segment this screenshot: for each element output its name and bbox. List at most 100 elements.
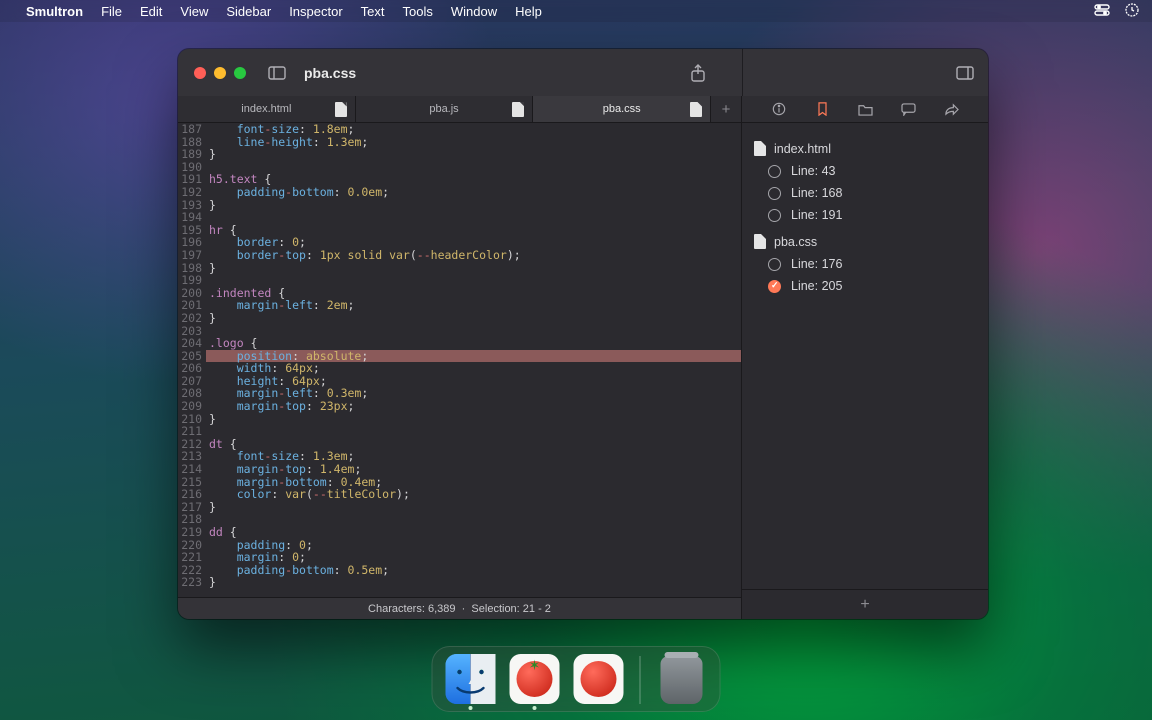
titlebar-divider (742, 49, 743, 96)
menubar: Smultron File Edit View Sidebar Inspecto… (0, 0, 1152, 22)
code-line[interactable]: } (206, 148, 741, 161)
menu-window[interactable]: Window (451, 4, 497, 19)
status-sel: 21 - 2 (523, 603, 551, 615)
code-line[interactable]: margin-left: 2em; (206, 299, 741, 312)
tab-label: index.html (241, 103, 291, 115)
code-line[interactable]: } (206, 501, 741, 514)
code-line[interactable]: } (206, 262, 741, 275)
line-number: 189 (178, 148, 202, 161)
code-line[interactable]: padding-bottom: 0.0em; (206, 186, 741, 199)
circle-icon[interactable] (768, 187, 781, 200)
line-number: 223 (178, 576, 202, 589)
inspector-pane: index.html Line: 43 Line: 168 Line: 191 pba.… (742, 96, 988, 619)
code-line[interactable]: color: var(--titleColor); (206, 488, 741, 501)
dock-trash[interactable] (661, 656, 703, 704)
code-line[interactable] (206, 325, 741, 338)
info-icon[interactable] (772, 102, 787, 117)
menu-tools[interactable]: Tools (403, 4, 433, 19)
menu-help[interactable]: Help (515, 4, 542, 19)
share-button[interactable] (690, 64, 706, 82)
code-line[interactable] (206, 161, 741, 174)
document-icon (754, 234, 766, 249)
line-number: 216 (178, 488, 202, 501)
app-menu[interactable]: Smultron (26, 4, 83, 19)
sidebar-file-name: pba.css (774, 235, 817, 249)
app-window: pba.css index.html pba.js pba.css (178, 49, 988, 619)
code-line[interactable]: margin-top: 23px; (206, 400, 741, 413)
dock-smultron-alt[interactable] (574, 654, 624, 704)
code-line[interactable] (206, 513, 741, 526)
toggle-sidebar-button[interactable] (268, 66, 286, 80)
tab-label: pba.js (429, 103, 458, 115)
line-number: 187 (178, 123, 202, 136)
add-bookmark-button[interactable]: + (742, 589, 988, 619)
bookmark-list: index.html Line: 43 Line: 168 Line: 191 pba.… (742, 123, 988, 589)
tab-index-html[interactable]: index.html (178, 96, 356, 122)
comment-icon[interactable] (901, 102, 916, 117)
sidebar-bookmark-label: Line: 191 (791, 208, 842, 222)
code-line[interactable]: border-top: 1px solid var(--headerColor)… (206, 249, 741, 262)
line-number-gutter: 1871881891901911921931941951961971981992… (178, 123, 206, 597)
line-number: 194 (178, 211, 202, 224)
code-line[interactable]: } (206, 199, 741, 212)
sidebar-bookmark-label: Line: 168 (791, 186, 842, 200)
menu-edit[interactable]: Edit (140, 4, 162, 19)
menu-text[interactable]: Text (361, 4, 385, 19)
clock-icon[interactable] (1124, 2, 1140, 21)
code-line[interactable] (206, 211, 741, 224)
status-bar: Characters: 6,389 · Selection: 21 - 2 (178, 597, 741, 619)
code-area[interactable]: font-size: 1.8em; line-height: 1.3em;}h5… (206, 123, 741, 597)
code-line[interactable] (206, 425, 741, 438)
menu-view[interactable]: View (180, 4, 208, 19)
code-line[interactable]: } (206, 576, 741, 589)
document-icon (754, 141, 766, 156)
circle-icon[interactable] (768, 165, 781, 178)
minimize-button[interactable] (214, 67, 226, 79)
status-chars-label: Characters: (368, 603, 425, 615)
toggle-right-panel-button[interactable] (956, 66, 974, 80)
line-number: 214 (178, 463, 202, 476)
line-number: 204 (178, 337, 202, 350)
bookmark-icon[interactable] (815, 102, 830, 117)
control-center-icon[interactable] (1094, 2, 1110, 21)
window-title: pba.css (304, 65, 356, 81)
close-button[interactable] (194, 67, 206, 79)
document-icon (690, 102, 702, 117)
menu-inspector[interactable]: Inspector (289, 4, 342, 19)
circle-icon[interactable] (768, 209, 781, 222)
menu-sidebar[interactable]: Sidebar (226, 4, 271, 19)
folder-icon[interactable] (858, 102, 873, 117)
code-line[interactable]: line-height: 1.3em; (206, 136, 741, 149)
code-editor[interactable]: 1871881891901911921931941951961971981992… (178, 123, 741, 597)
sidebar-bookmark[interactable]: Line: 205 (754, 275, 980, 297)
code-line[interactable]: } (206, 413, 741, 426)
code-line[interactable]: padding-bottom: 0.5em; (206, 564, 741, 577)
line-number: 206 (178, 362, 202, 375)
circle-icon[interactable] (768, 258, 781, 271)
sidebar-file[interactable]: pba.css (754, 234, 980, 249)
sidebar-bookmark-label: Line: 176 (791, 257, 842, 271)
menu-file[interactable]: File (101, 4, 122, 19)
zoom-button[interactable] (234, 67, 246, 79)
code-line[interactable] (206, 274, 741, 287)
line-number: 211 (178, 425, 202, 438)
sidebar-bookmark[interactable]: Line: 176 (754, 253, 980, 275)
new-tab-button[interactable]: + (711, 96, 741, 122)
share-arrow-icon[interactable] (944, 102, 959, 117)
editor-pane: index.html pba.js pba.css + 187188189190… (178, 96, 742, 619)
status-sep: · (462, 603, 466, 615)
dock-smultron[interactable]: ✶ (510, 654, 560, 704)
line-number: 219 (178, 526, 202, 539)
line-number: 209 (178, 400, 202, 413)
sidebar-file[interactable]: index.html (754, 141, 980, 156)
line-number: 192 (178, 186, 202, 199)
dock-finder[interactable] (446, 654, 496, 704)
code-line[interactable]: } (206, 312, 741, 325)
checkmark-icon[interactable] (768, 280, 781, 293)
titlebar: pba.css (178, 49, 988, 96)
tab-pba-js[interactable]: pba.js (356, 96, 534, 122)
tab-pba-css[interactable]: pba.css (533, 96, 711, 122)
sidebar-bookmark[interactable]: Line: 43 (754, 160, 980, 182)
sidebar-bookmark[interactable]: Line: 168 (754, 182, 980, 204)
sidebar-bookmark[interactable]: Line: 191 (754, 204, 980, 226)
